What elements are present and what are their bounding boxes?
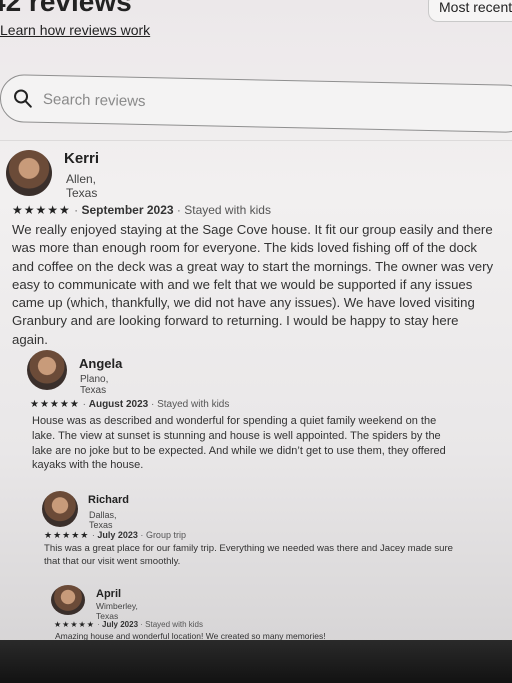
trip-type: Stayed with kids: [157, 399, 230, 410]
avatar[interactable]: [51, 585, 85, 615]
review-date: August 2023: [88, 399, 149, 410]
search-input[interactable]: [40, 89, 346, 115]
separator: ·: [74, 203, 79, 217]
search-bar[interactable]: [0, 74, 512, 134]
divider: [0, 140, 512, 141]
reviewer-name: April: [96, 588, 122, 600]
separator: ·: [82, 399, 86, 410]
star-rating-icon: ★★★★★: [30, 399, 80, 410]
star-rating-icon: ★★★★★: [44, 530, 90, 540]
review-text: House was as described and wonderful for…: [32, 415, 446, 472]
review-meta: ★★★★★ · September 2023 · Stayed with kid…: [12, 203, 271, 217]
review-date: July 2023: [97, 530, 138, 540]
reviewer-location: Allen, Texas: [66, 172, 98, 200]
review-meta: ★★★★★ · July 2023 · Stayed with kids: [54, 620, 203, 629]
screen: 42 reviews Learn how reviews work Most r…: [0, 0, 512, 645]
star-rating-icon: ★★★★★: [12, 203, 71, 217]
review-text: We really enjoyed staying at the Sage Co…: [12, 222, 494, 347]
reviews-count-heading: 42 reviews: [0, 0, 132, 17]
reviewer-name: Richard: [88, 494, 129, 506]
separator: ·: [176, 203, 181, 217]
review-meta: ★★★★★ · August 2023 · Stayed with kids: [30, 399, 229, 410]
review-date: July 2023: [102, 620, 139, 629]
search-icon: [14, 89, 32, 108]
separator: ·: [140, 530, 144, 540]
reviewer-location: Dallas, Texas: [89, 510, 117, 530]
separator: ·: [150, 399, 155, 410]
trip-type: Stayed with kids: [184, 203, 271, 217]
separator: ·: [97, 620, 100, 629]
learn-how-reviews-work-link[interactable]: Learn how reviews work: [0, 22, 150, 38]
monitor-bezel: [0, 640, 512, 683]
reviewer-location: Plano, Texas: [80, 374, 109, 396]
review-meta: ★★★★★ · July 2023 · Group trip: [44, 530, 186, 541]
avatar[interactable]: [42, 491, 78, 527]
trip-type: Group trip: [145, 530, 186, 540]
avatar[interactable]: [6, 150, 52, 196]
star-rating-icon: ★★★★★: [54, 620, 95, 629]
reviewer-location: Wimberley, Texas: [96, 601, 138, 621]
review-date: September 2023: [81, 203, 174, 217]
avatar[interactable]: [27, 350, 67, 390]
separator: ·: [91, 530, 95, 540]
reviewer-name: Kerri: [64, 150, 100, 167]
sort-dropdown-button[interactable]: Most recent: [428, 0, 512, 22]
reviewer-name: Angela: [79, 356, 123, 371]
review-text: This was a great place for our family tr…: [44, 543, 454, 567]
separator: ·: [140, 620, 143, 629]
trip-type: Stayed with kids: [145, 620, 203, 629]
